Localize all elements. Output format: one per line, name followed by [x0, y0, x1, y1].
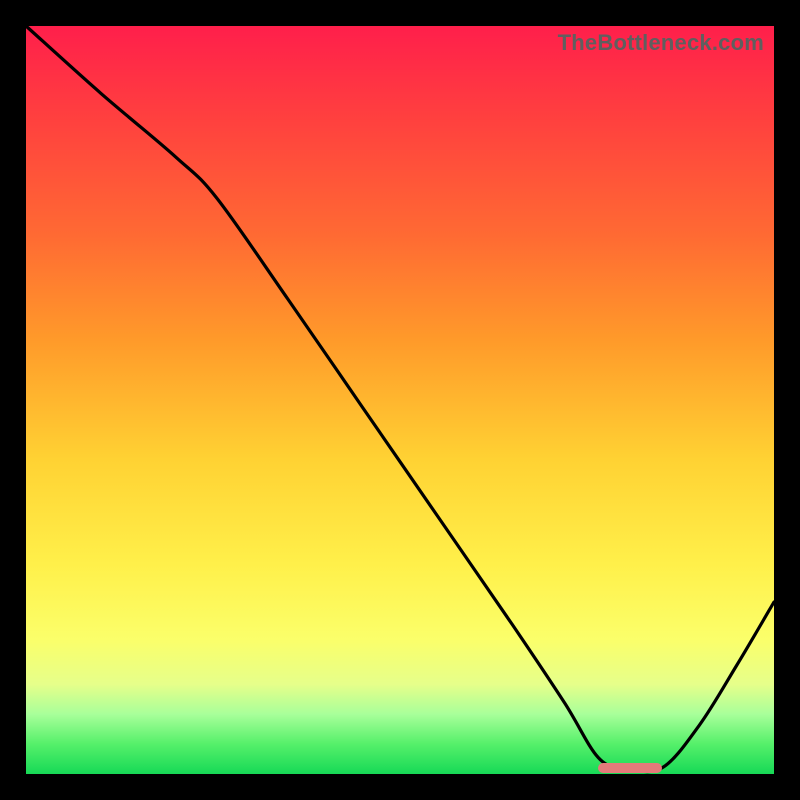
chart-frame: TheBottleneck.com — [0, 0, 800, 800]
curve-path — [26, 26, 774, 772]
bottleneck-curve — [26, 26, 774, 774]
plot-area: TheBottleneck.com — [26, 26, 774, 774]
